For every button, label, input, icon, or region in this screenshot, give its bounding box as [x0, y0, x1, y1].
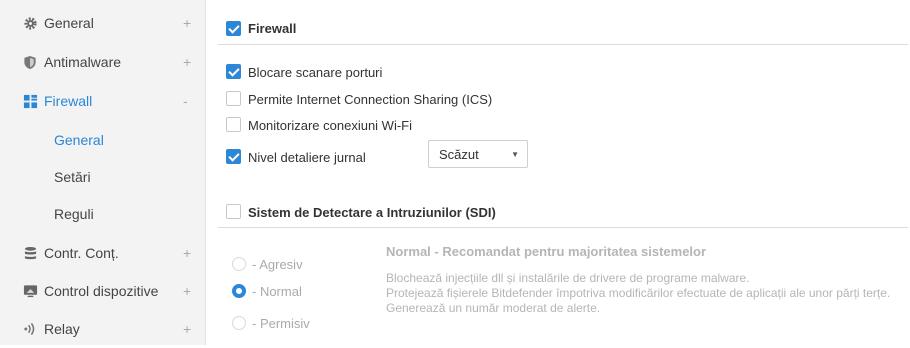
level-permissive-label: - Permisiv	[252, 316, 310, 331]
sidebar-subitem-general[interactable]: General	[0, 121, 205, 159]
sidebar-item-user-control[interactable]: Contr. Conț. +	[0, 234, 205, 272]
firewall-checkbox[interactable]	[226, 21, 241, 36]
sidebar-item-firewall[interactable]: Firewall -	[0, 82, 205, 120]
collapse-toggle[interactable]: -	[183, 93, 188, 109]
sidebar-item-label: Relay	[44, 321, 80, 337]
device-icon	[22, 283, 38, 299]
sidebar-subitem-label: General	[54, 132, 104, 148]
sidebar-item-device-control[interactable]: Control dispozitive +	[0, 272, 205, 310]
level-aggressive-radio[interactable]	[232, 257, 246, 271]
level-normal-label: - Normal	[252, 284, 302, 299]
firewall-label: Firewall	[248, 21, 297, 36]
sidebar-item-label: Contr. Conț.	[44, 245, 119, 261]
expand-toggle[interactable]: +	[183, 283, 191, 299]
ids-checkbox[interactable]	[226, 204, 241, 219]
expand-toggle[interactable]: +	[183, 321, 191, 337]
level-description-line: Generează un număr moderat de alerte.	[386, 301, 601, 315]
log-level-label: Nivel detaliere jurnal	[248, 150, 366, 165]
level-description-line: Protejează fișierele Bitdefender împotri…	[386, 286, 891, 300]
sidebar-item-general[interactable]: General +	[0, 4, 205, 42]
shield-icon	[22, 54, 38, 70]
sidebar-item-antimalware[interactable]: Antimalware +	[0, 43, 205, 81]
log-level-checkbox[interactable]	[226, 149, 241, 164]
level-description-line: Blochează injecțiile dll și instalările …	[386, 271, 750, 285]
sidebar-subitem-settings[interactable]: Setări	[0, 158, 205, 196]
sidebar-item-label: General	[44, 15, 94, 31]
expand-toggle[interactable]: +	[183, 245, 191, 261]
expand-toggle[interactable]: +	[183, 15, 191, 31]
block-port-scan-label: Blocare scanare porturi	[248, 65, 383, 80]
sidebar-subitem-label: Setări	[54, 169, 91, 185]
firewall-general-panel: Firewall Blocare scanare porturi Permite…	[218, 0, 910, 345]
sidebar: General + Antimalware + Firewall - Gener…	[0, 0, 206, 345]
database-icon	[22, 245, 38, 261]
level-aggressive-label: - Agresiv	[252, 257, 303, 272]
sidebar-item-label: Firewall	[44, 93, 93, 109]
sidebar-item-label: Control dispozitive	[44, 283, 159, 299]
gear-icon	[22, 15, 38, 31]
log-level-select[interactable]: Scăzut ▼	[428, 140, 528, 168]
wifi-monitor-checkbox[interactable]	[226, 117, 241, 132]
expand-toggle[interactable]: +	[183, 54, 191, 70]
level-normal-radio[interactable]	[232, 284, 246, 298]
level-permissive-radio[interactable]	[232, 316, 246, 330]
block-port-scan-checkbox[interactable]	[226, 64, 241, 79]
sidebar-subitem-rules[interactable]: Reguli	[0, 195, 205, 233]
sidebar-item-relay[interactable]: Relay +	[0, 310, 205, 348]
relay-icon	[22, 321, 38, 337]
ids-label: Sistem de Detectare a Intruziunilor (SDI…	[248, 205, 496, 220]
ics-checkbox[interactable]	[226, 91, 241, 106]
firewall-icon	[22, 93, 38, 109]
chevron-down-icon: ▼	[511, 150, 519, 159]
divider	[218, 227, 908, 228]
ics-label: Permite Internet Connection Sharing (ICS…	[248, 92, 493, 107]
wifi-monitor-label: Monitorizare conexiuni Wi-Fi	[248, 118, 412, 133]
log-level-value: Scăzut	[439, 147, 479, 162]
sidebar-subitem-label: Reguli	[54, 206, 94, 222]
level-description-title: Normal - Recomandat pentru majoritatea s…	[386, 244, 707, 259]
divider	[218, 44, 908, 45]
sidebar-item-label: Antimalware	[44, 54, 122, 70]
